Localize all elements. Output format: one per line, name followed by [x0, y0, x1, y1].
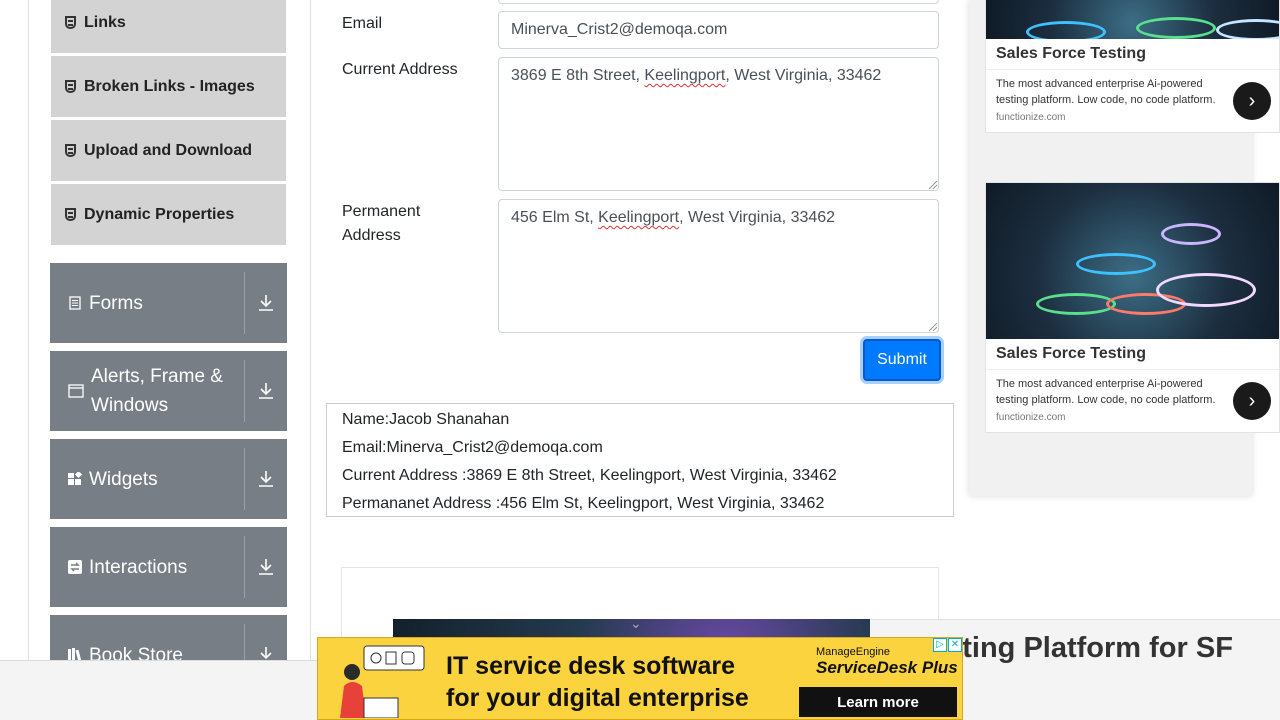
close-icon[interactable]: ✕ [948, 638, 962, 652]
group-label: Forms [89, 292, 143, 314]
resize-handle[interactable] [929, 181, 937, 189]
email-field[interactable]: Minerva_Crist2@demoqa.com [498, 11, 939, 49]
address-text: , West Virginia, 33462 [725, 67, 882, 84]
html5-icon [65, 79, 77, 94]
ad-card[interactable]: Sales Force Testing The most advanced en… [985, 0, 1280, 133]
sidebar-item-links[interactable]: Links [51, 0, 286, 54]
sidebar-group-alerts[interactable]: Alerts, Frame & Windows [50, 351, 287, 431]
output-panel: Name:Jacob Shanahan Email:Minerva_Crist2… [326, 403, 954, 517]
permanent-address-label: Permanent Address [342, 203, 421, 244]
ad-card[interactable]: Sales Force Testing The most advanced en… [985, 182, 1280, 433]
ad-choices[interactable]: ▷ ✕ [933, 638, 962, 652]
ad-domain: functionize.com [996, 112, 1066, 123]
ad-image [986, 0, 1279, 39]
ad-domain: functionize.com [996, 412, 1066, 423]
sidebar-item-label: Broken Links - Images [84, 77, 255, 95]
group-label: Widgets [89, 468, 158, 490]
widgets-icon [68, 470, 83, 486]
ad-body: The most advanced enterprise Ai-powered … [986, 70, 1279, 132]
output-permanent-address: Permananet Address :456 Elm St, Keelingp… [342, 495, 825, 512]
download-icon[interactable] [245, 294, 287, 312]
sidebar-item-broken-links[interactable]: Broken Links - Images [51, 56, 286, 118]
learn-more-button[interactable]: Learn more [799, 687, 957, 717]
current-address-textarea[interactable]: 3869 E 8th Street, Keelingport, West Vir… [498, 57, 939, 191]
chevron-right-icon[interactable]: › [1233, 382, 1271, 420]
group-label: Alerts, Frame & Windows [91, 366, 223, 416]
sidebar-item-dynamic-properties[interactable]: Dynamic Properties [51, 184, 286, 246]
support-agent-icon [340, 645, 425, 718]
page: Links Broken Links - Images Upload and D… [0, 0, 1280, 720]
misspelled-word: Keelingport [644, 67, 726, 84]
output-name: Name:Jacob Shanahan [342, 411, 510, 428]
current-address-label: Current Address [342, 61, 458, 78]
download-icon[interactable] [245, 558, 287, 576]
misspelled-word: Keelingport [598, 209, 680, 226]
banner-headline: IT service desk software for your digita… [446, 650, 749, 714]
sidebar-item-upload-download[interactable]: Upload and Download [51, 120, 286, 182]
banner-brand-small: ManageEngine [816, 646, 891, 658]
sidebar-item-label: Upload and Download [84, 141, 252, 159]
sidebar-item-label: Links [84, 13, 126, 31]
banner-line: for your digital enterprise [446, 684, 749, 712]
banner-line: IT service desk software [446, 652, 736, 680]
html5-icon [65, 143, 77, 158]
resize-handle[interactable] [929, 323, 937, 331]
ad-image [986, 183, 1279, 339]
document-icon [68, 296, 82, 310]
address-text: 3869 E 8th Street, [511, 67, 645, 84]
window-icon [68, 384, 84, 398]
banner-ad[interactable]: IT service desk software for your digita… [317, 637, 963, 720]
email-value: Minerva_Crist2@demoqa.com [511, 21, 728, 38]
chevron-right-icon[interactable]: › [1233, 82, 1271, 120]
previous-input-edge[interactable] [498, 0, 939, 4]
download-icon[interactable] [245, 382, 287, 400]
ad-info-icon[interactable]: ▷ [933, 638, 947, 652]
lower-ad-title: esting Platform for SF [930, 632, 1233, 664]
sidebar-group-interactions[interactable]: Interactions [50, 527, 287, 607]
ad-title: Sales Force Testing [986, 39, 1279, 70]
html5-icon [65, 15, 77, 30]
download-icon[interactable] [245, 470, 287, 488]
ad-text: The most advanced enterprise Ai-powered … [996, 78, 1216, 106]
banner-brand-name: ServiceDesk Plus [816, 658, 958, 677]
submit-button[interactable]: Submit [863, 339, 941, 381]
permanent-address-textarea[interactable]: 456 Elm St, Keelingport, West Virginia, … [498, 199, 939, 333]
address-text: 456 Elm St, [511, 209, 599, 226]
ad-title: Sales Force Testing [986, 339, 1279, 370]
ad-body: The most advanced enterprise Ai-powered … [986, 370, 1279, 432]
group-label: Interactions [89, 556, 188, 578]
address-text: , West Virginia, 33462 [679, 209, 836, 226]
sidebar-group-widgets[interactable]: Widgets [50, 439, 287, 519]
html5-icon [65, 207, 77, 222]
interactions-icon [68, 560, 82, 574]
sidebar-item-label: Dynamic Properties [84, 205, 235, 223]
chevron-down-icon: ⌄ [630, 615, 642, 631]
sidebar-group-forms[interactable]: Forms [50, 263, 287, 343]
output-current-address: Current Address :3869 E 8th Street, Keel… [342, 467, 837, 484]
email-label: Email [342, 15, 383, 32]
output-email: Email:Minerva_Crist2@demoqa.com [342, 439, 603, 456]
ad-text: The most advanced enterprise Ai-powered … [996, 378, 1216, 406]
